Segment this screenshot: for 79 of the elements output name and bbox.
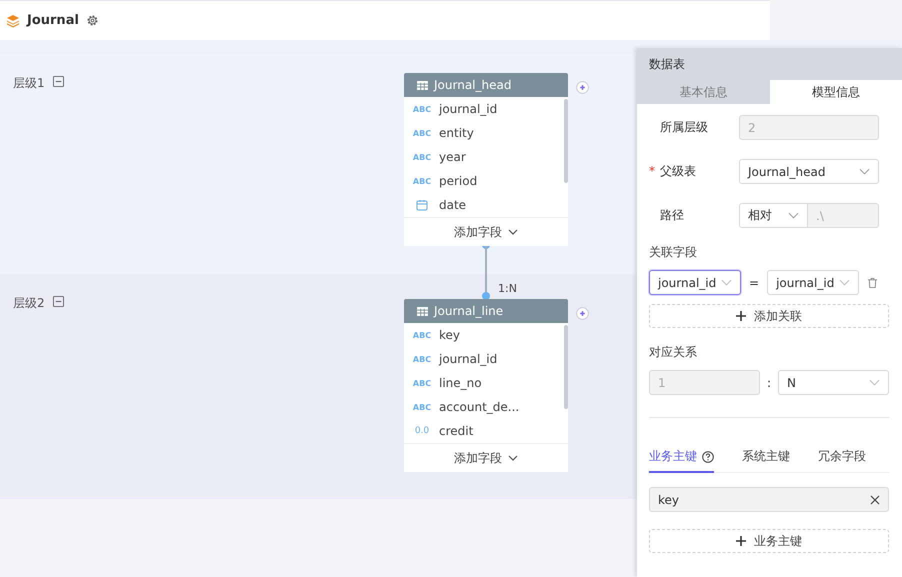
equals-sign: = [749, 276, 760, 290]
close-icon[interactable] [870, 494, 880, 504]
field-row[interactable]: ABC period [404, 169, 568, 193]
plus-icon [736, 311, 746, 321]
delete-icon[interactable] [867, 276, 878, 288]
add-key-button[interactable]: 业务主键 [649, 529, 889, 553]
field-name: key [439, 328, 460, 342]
field-row[interactable]: ABC journal_id [404, 97, 568, 121]
field-name: date [439, 198, 466, 212]
table-card[interactable]: Journal_head ABC journal_id ABC entity ABC year ABC period date 添加字段 [404, 73, 568, 246]
field-row[interactable]: ABC line_no [404, 371, 568, 395]
type-label: ABC [412, 354, 432, 364]
chevron-down-icon [508, 455, 518, 461]
collapse-icon[interactable] [52, 296, 64, 307]
collapse-icon[interactable] [52, 76, 64, 87]
key-tab[interactable]: 系统主键 [742, 448, 790, 473]
section-label: 对应关系 [649, 344, 698, 361]
source-field-select[interactable]: journal_id [649, 270, 741, 295]
key-tab[interactable]: 业务主键 [649, 448, 714, 473]
field-row[interactable]: ABC journal_id [404, 347, 568, 371]
form-label: * 父级表 [649, 163, 697, 180]
field-name: account_de... [439, 400, 520, 414]
type-label: ABC [412, 104, 432, 114]
add-link-button[interactable]: 添加关联 [649, 304, 889, 328]
type-label: 0.0 [414, 426, 430, 436]
type-label: ABC [412, 330, 432, 340]
table-name: Journal_head [434, 78, 512, 92]
field-row[interactable]: 0.0 credit [404, 419, 568, 443]
table-icon [417, 306, 428, 316]
key-chip[interactable]: key [649, 487, 889, 512]
chevron-down-icon [788, 212, 799, 219]
field-name: line_no [439, 376, 482, 390]
field-name: journal_id [439, 102, 498, 116]
field-row[interactable]: ABC year [404, 145, 568, 169]
type-label: ABC [412, 128, 432, 138]
level-label: 层级2 [13, 296, 45, 310]
plus-icon [736, 536, 746, 546]
table-name: Journal_line [434, 304, 504, 318]
table-icon [417, 80, 428, 90]
colon-separator: : [766, 376, 772, 390]
chevron-down-icon [869, 379, 880, 386]
parent-table-select[interactable]: Journal_head [739, 159, 879, 184]
target-field-select[interactable]: journal_id [767, 270, 860, 295]
field-name: journal_id [439, 352, 498, 366]
relation-label: 1:N [498, 282, 517, 295]
table-card[interactable]: Journal_line ABC key ABC journal_id ABC line_no ABC account_de... 0.0 credit 添加字段 [404, 299, 568, 472]
type-label: ABC [412, 402, 432, 412]
field-name: credit [439, 424, 474, 438]
type-label: ABC [412, 176, 432, 186]
field-row[interactable]: date [404, 193, 568, 217]
cardinality-right-select[interactable]: N [778, 370, 890, 395]
chevron-down-icon [839, 279, 850, 286]
key-tab[interactable]: 冗余字段 [818, 448, 866, 473]
add-icon[interactable] [576, 81, 589, 94]
path-mode-select[interactable]: 相对 [739, 203, 808, 228]
type-label: ABC [412, 378, 432, 388]
panel-tab[interactable]: 模型信息 [770, 80, 902, 104]
form-label: 所属层级 [659, 119, 709, 136]
field-row[interactable]: ABC entity [404, 121, 568, 145]
panel-title: 数据表 [637, 48, 902, 80]
required-mark: * [649, 164, 655, 178]
chevron-down-icon [508, 229, 518, 235]
field-name: entity [439, 126, 474, 140]
calendar-icon [416, 199, 428, 211]
type-label: ABC [412, 152, 432, 162]
level-label: 层级1 [13, 76, 45, 90]
layers-icon [6, 14, 20, 28]
field-name: period [439, 174, 478, 188]
chevron-down-icon [721, 279, 732, 286]
add-icon[interactable] [576, 307, 589, 320]
form-label: 路径 [659, 207, 685, 224]
field-name: year [439, 150, 466, 164]
field-row[interactable]: ABC key [404, 323, 568, 347]
chevron-down-icon [859, 168, 870, 175]
page-title: Journal [27, 13, 79, 28]
settings-icon[interactable] [86, 14, 99, 27]
key-value: key [658, 492, 680, 506]
field-row[interactable]: ABC account_de... [404, 395, 568, 419]
section-label: 关联字段 [649, 244, 698, 261]
